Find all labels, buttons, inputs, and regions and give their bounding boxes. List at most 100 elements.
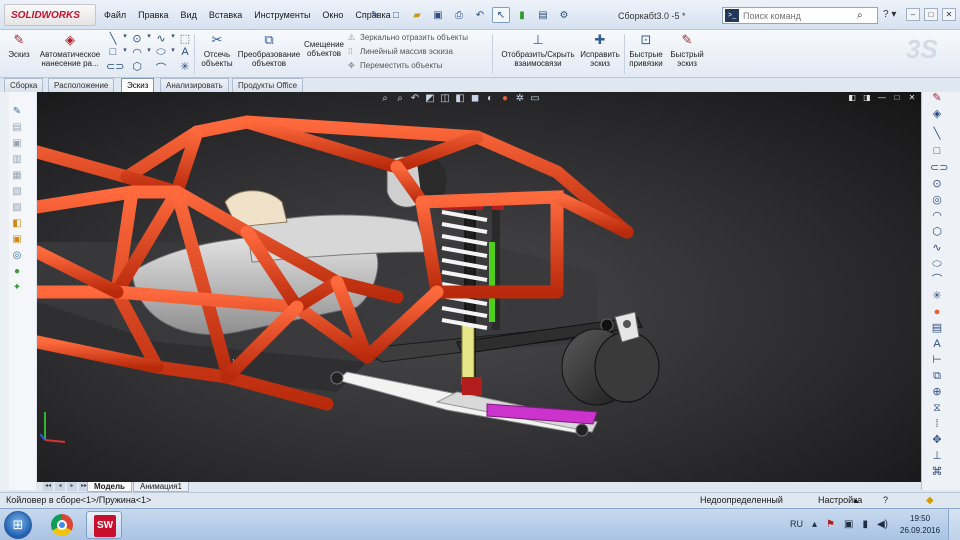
pin-icon[interactable]: ✎ <box>366 7 384 23</box>
chrome-taskbar-button[interactable] <box>44 511 80 539</box>
move-icon[interactable]: ✥ <box>930 434 944 447</box>
start-orb-icon[interactable]: ⊞ <box>4 511 32 539</box>
auto-dimension-button[interactable]: ◈ Автоматическое нанесение ра... <box>34 32 106 68</box>
undo-icon[interactable]: ↶ <box>471 7 489 23</box>
help-icon[interactable]: ? ▾ <box>883 9 896 20</box>
solidworks-logo[interactable]: SOLIDWORKS <box>4 4 96 26</box>
tab-assembly[interactable]: Сборка <box>4 78 44 92</box>
slot-icon[interactable]: ⊂⊃ <box>106 60 124 73</box>
volume-icon[interactable]: ◀) <box>877 519 888 530</box>
fillet-icon[interactable]: ⌒ <box>930 274 944 287</box>
options-icon[interactable]: ⚙ <box>555 7 573 23</box>
select-arrow-icon[interactable]: ↖ <box>492 7 510 23</box>
apply-scene-icon[interactable]: ✲ <box>514 93 526 105</box>
appearance-icon[interactable]: ● <box>930 306 944 319</box>
rebuild-icon[interactable]: ▮ <box>513 7 531 23</box>
display-relations-button[interactable]: ⊥ Отобразить/Скрыть взаимосвязи <box>498 32 578 68</box>
tab-layout[interactable]: Расположение <box>48 78 115 92</box>
circle-icon[interactable]: ⊙ <box>930 178 944 191</box>
block-icon[interactable]: ▦ <box>11 170 23 182</box>
prev-tab-icon[interactable]: ◂ <box>55 482 65 491</box>
sketch-icon[interactable]: ✎ <box>930 92 944 105</box>
line-icon[interactable]: ╲ <box>930 128 944 141</box>
mate-icon[interactable]: ◎ <box>11 250 23 262</box>
point-icon[interactable]: ✳ <box>178 60 192 73</box>
first-tab-icon[interactable]: ◂◂ <box>43 482 53 491</box>
offset-entities-button[interactable]: Смещение объектов <box>302 40 346 58</box>
folder-icon[interactable]: ◧ <box>11 218 23 230</box>
close-viewport-icon[interactable]: ✕ <box>907 93 917 103</box>
sketch-button[interactable]: ✎ Эскиз <box>4 32 34 59</box>
rebuild-warning-icon[interactable]: ◆ <box>926 493 934 508</box>
component-icon[interactable]: ▣ <box>11 234 23 246</box>
convert-icon[interactable]: ⧉ <box>930 370 944 383</box>
polygon-icon[interactable]: ⬡ <box>130 60 144 73</box>
edit-appearance-icon[interactable]: ● <box>499 93 511 105</box>
convert-entities-button[interactable]: ⧉ Преобразование объектов <box>236 32 302 68</box>
help-icon[interactable]: ? <box>883 493 888 508</box>
tab-evaluate[interactable]: Анализировать <box>160 78 229 92</box>
relations-icon[interactable]: ⊥ <box>930 450 944 463</box>
tab-model[interactable]: Модель <box>87 482 132 492</box>
zoom-to-fit-icon[interactable]: ⌕ <box>379 93 391 105</box>
perimeter-circle-icon[interactable]: ◎ <box>930 194 944 207</box>
linear-pattern-icon[interactable]: ⁞ <box>930 418 944 431</box>
previous-view-icon[interactable]: ↶ <box>409 93 421 105</box>
split-viewport-icon[interactable]: ◨ <box>862 93 872 103</box>
maximize-icon[interactable]: □ <box>924 8 938 21</box>
show-desktop-button[interactable] <box>948 509 960 540</box>
trim-icon[interactable]: ⊢ <box>930 354 944 367</box>
offset-icon[interactable]: ⊕ <box>930 386 944 399</box>
polygon-icon[interactable]: ⬡ <box>930 226 944 239</box>
copy-icon[interactable]: ▥ <box>11 154 23 166</box>
text-icon[interactable]: A <box>930 338 944 351</box>
mirror-icon[interactable]: ⧖ <box>930 402 944 415</box>
graphics-area[interactable]: , ⌕ ⌕ ↶ ◩ ◫ ◧ ◼ ◐ ● ✲ ▭ ◧ ◨ — □ ✕ <box>37 92 921 482</box>
system-clock[interactable]: 19:50 26.09.2016 <box>900 513 940 537</box>
repair-icon[interactable]: ⌘ <box>930 466 944 479</box>
solidworks-taskbar-button[interactable]: SW <box>86 511 122 539</box>
group-icon[interactable]: ▧ <box>11 186 23 198</box>
trim-entities-button[interactable]: ✂ Отсечь объекты <box>198 32 236 68</box>
menu-view[interactable]: Вид <box>181 10 197 20</box>
repair-sketch-button[interactable]: ✚ Исправить эскиз <box>578 32 622 68</box>
file-properties-icon[interactable]: ▤ <box>534 7 552 23</box>
point-icon[interactable]: ✳ <box>930 290 944 303</box>
quick-snaps-button[interactable]: ⊡ Быстрые привязки <box>626 32 666 68</box>
layer-icon[interactable]: ▣ <box>11 138 23 150</box>
menu-edit[interactable]: Правка <box>138 10 168 20</box>
search-box[interactable]: >_ ⌕ <box>722 7 878 24</box>
note-icon[interactable]: ▨ <box>11 202 23 214</box>
restore-viewport-icon[interactable]: ◧ <box>847 93 857 103</box>
assembly-model[interactable]: , <box>37 92 921 482</box>
close-icon[interactable]: ✕ <box>942 8 956 21</box>
dynamic-annotation-icon[interactable]: ◫ <box>439 93 451 105</box>
appearance-icon[interactable]: ● <box>11 266 23 278</box>
menu-tools[interactable]: Инструменты <box>254 10 310 20</box>
view-settings-icon[interactable]: ▭ <box>529 93 541 105</box>
zoom-to-area-icon[interactable]: ⌕ <box>394 93 406 105</box>
arc-icon[interactable]: ◠ <box>930 210 944 223</box>
tab-sketch[interactable]: Эскиз <box>121 78 155 92</box>
smart-dimension-icon[interactable]: ⬚ <box>178 32 192 45</box>
display-style-icon[interactable]: ◼ <box>469 93 481 105</box>
menu-window[interactable]: Окно <box>322 10 343 20</box>
sketch-tool-icon[interactable]: ✎ <box>11 106 23 118</box>
ellipse-icon[interactable]: ⬭ <box>930 258 944 271</box>
spline-icon[interactable]: ∿ <box>930 242 944 255</box>
open-folder-icon[interactable]: ▰ <box>408 7 426 23</box>
mirror-entities-button[interactable]: ⚠ Зеркально отразить объекты <box>348 31 468 45</box>
update-icon[interactable]: ▣ <box>844 519 853 530</box>
next-tab-icon[interactable]: ▸ <box>67 482 77 491</box>
network-icon[interactable]: ▮ <box>862 519 868 530</box>
section-view-icon[interactable]: ◩ <box>424 93 436 105</box>
text-icon[interactable]: A <box>178 46 192 58</box>
magic-wand-icon[interactable]: ✦ <box>11 282 23 294</box>
language-indicator[interactable]: RU <box>790 519 803 530</box>
minimize-viewport-icon[interactable]: — <box>877 93 887 103</box>
maximize-viewport-icon[interactable]: □ <box>892 93 902 103</box>
search-icon[interactable]: ⌕ <box>857 10 863 21</box>
move-entities-button[interactable]: ✥ Переместить объекты <box>348 59 468 73</box>
minimize-icon[interactable]: – <box>906 8 920 21</box>
view-orientation-icon[interactable]: ◧ <box>454 93 466 105</box>
